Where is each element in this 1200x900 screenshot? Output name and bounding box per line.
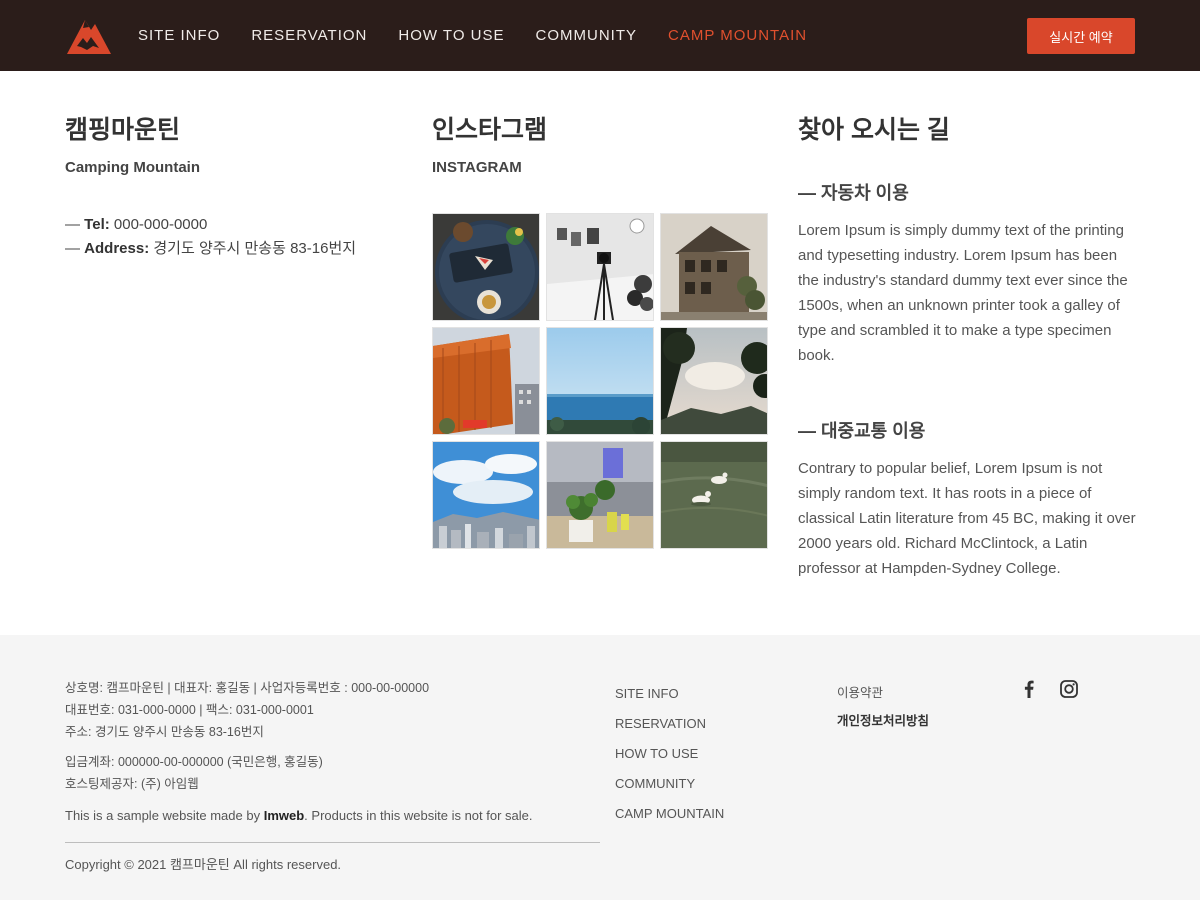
city-skyline-photo[interactable] <box>432 441 540 549</box>
site-header: SITE INFO RESERVATION HOW TO USE COMMUNI… <box>0 0 1200 71</box>
old-building-photo[interactable] <box>660 213 768 321</box>
camp-mountain-logo-icon[interactable] <box>65 16 113 56</box>
car-heading: — 자동차 이용 <box>798 183 909 203</box>
nav-camp-mountain[interactable]: CAMP MOUNTAIN <box>668 27 807 44</box>
contact-info: — Tel: 000-000-0000 — Address: 경기도 양주시 만… <box>65 213 395 261</box>
footer-legal: 이용약관 개인정보처리방침 <box>837 679 929 735</box>
sea-horizon-photo[interactable] <box>546 327 654 435</box>
instagram-section: 인스타그램 INSTAGRAM <box>432 114 772 549</box>
bank-account-line: 입금계좌: 000000-00-000000 (국민은행, 홍길동) <box>65 755 323 769</box>
social-links <box>1018 678 1080 700</box>
address-line: — Address: 경기도 양주시 만송동 83-16번지 <box>65 240 357 257</box>
terms-link[interactable]: 이용약관 <box>837 679 929 707</box>
address-value: 경기도 양주시 만송동 83-16번지 <box>153 240 357 257</box>
about-title: 캠핑마운틴 <box>65 116 181 144</box>
address-line: 주소: 경기도 양주시 만송동 83-16번지 <box>65 725 264 739</box>
tel-value: 000-000-0000 <box>113 216 208 233</box>
transit-text: Contrary to popular belief, Lorem Ipsum … <box>798 460 1136 577</box>
studio-camera-photo[interactable] <box>546 213 654 321</box>
tel-line: — Tel: 000-000-0000 <box>65 216 208 233</box>
company-line: 상호명: 캠프마운틴 | 대표자: 홍길동 | 사업자등록번호 : 000-00… <box>65 681 430 695</box>
sample-prefix: This is a sample website made by <box>65 808 264 823</box>
privacy-link[interactable]: 개인정보처리방침 <box>837 707 929 735</box>
footer-nav-reservation[interactable]: RESERVATION <box>615 709 724 739</box>
instagram-icon[interactable] <box>1058 678 1080 700</box>
site-footer: 상호명: 캠프마운틴 | 대표자: 홍길동 | 사업자등록번호 : 000-00… <box>0 635 1200 900</box>
footer-nav-how-to-use[interactable]: HOW TO USE <box>615 739 724 769</box>
about-section: 캠핑마운틴 Camping Mountain — Tel: 000-000-00… <box>65 114 395 261</box>
instagram-title: 인스타그램 <box>432 116 548 144</box>
desk-plants-photo[interactable] <box>546 441 654 549</box>
imweb-link[interactable]: Imweb <box>264 808 304 823</box>
footer-nav-site-info[interactable]: SITE INFO <box>615 679 724 709</box>
instagram-grid <box>432 213 772 549</box>
cafe-table-photo[interactable] <box>432 213 540 321</box>
nav-community[interactable]: COMMUNITY <box>536 27 638 44</box>
footer-nav: SITE INFO RESERVATION HOW TO USE COMMUNI… <box>615 679 724 829</box>
phone-line: 대표번호: 031-000-0000 | 팩스: 031-000-0001 <box>65 703 314 717</box>
sample-notice: This is a sample website made by Imweb. … <box>65 805 600 827</box>
about-subtitle: Camping Mountain <box>65 159 200 176</box>
main-nav: SITE INFO RESERVATION HOW TO USE COMMUNI… <box>138 0 838 71</box>
ducks-pond-photo[interactable] <box>660 441 768 549</box>
facebook-icon[interactable] <box>1018 678 1040 700</box>
footer-divider <box>65 842 600 843</box>
transit-heading: — 대중교통 이용 <box>798 421 926 441</box>
realtime-reservation-button[interactable]: 실시간 예약 <box>1027 18 1135 54</box>
hosting-line: 호스팅제공자: (주) 아임웹 <box>65 777 199 791</box>
directions-section: 찾아 오시는 길 — 자동차 이용 Lorem Ipsum is simply … <box>798 114 1138 581</box>
footer-nav-community[interactable]: COMMUNITY <box>615 769 724 799</box>
sunset-trees-photo[interactable] <box>660 327 768 435</box>
orange-building-photo[interactable] <box>432 327 540 435</box>
address-label: Address: <box>84 240 150 257</box>
company-info: 상호명: 캠프마운틴 | 대표자: 홍길동 | 사업자등록번호 : 000-00… <box>65 677 600 827</box>
nav-site-info[interactable]: SITE INFO <box>138 27 220 44</box>
directions-title: 찾아 오시는 길 <box>798 116 950 144</box>
instagram-subtitle: INSTAGRAM <box>432 159 522 176</box>
nav-reservation[interactable]: RESERVATION <box>251 27 367 44</box>
car-text: Lorem Ipsum is simply dummy text of the … <box>798 222 1128 364</box>
tel-label: Tel: <box>84 216 110 233</box>
nav-how-to-use[interactable]: HOW TO USE <box>398 27 504 44</box>
sample-suffix: . Products in this website is not for sa… <box>304 808 533 823</box>
copyright: Copyright © 2021 캠프마운틴 All rights reserv… <box>65 857 342 872</box>
footer-nav-camp-mountain[interactable]: CAMP MOUNTAIN <box>615 799 724 829</box>
